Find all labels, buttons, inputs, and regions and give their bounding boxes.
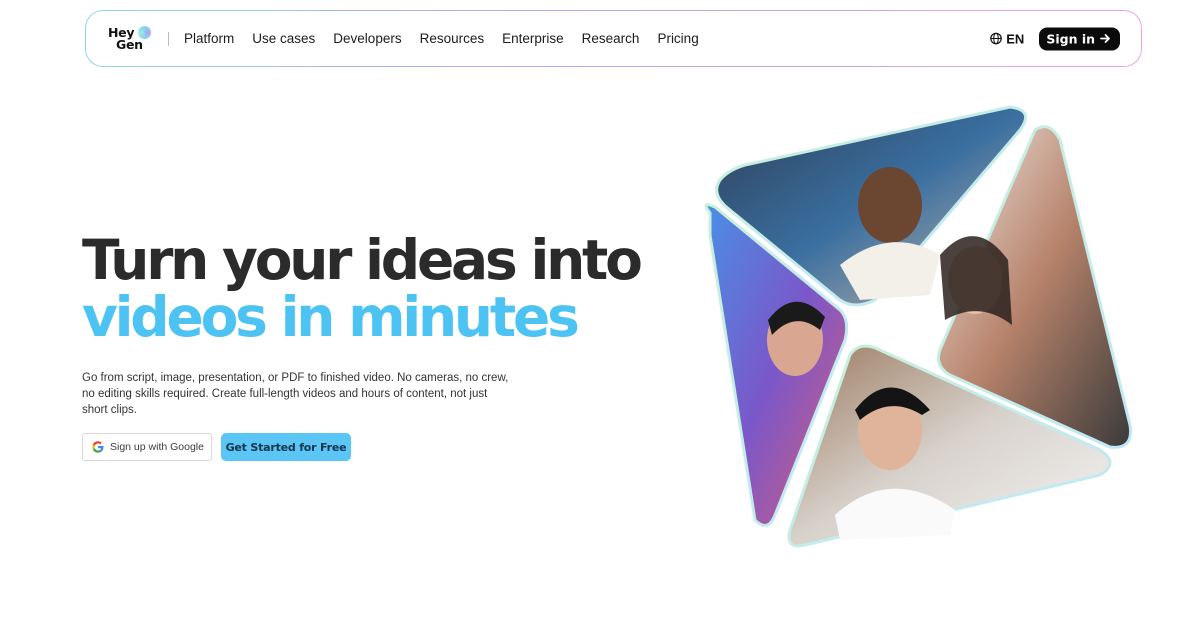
top-navigation: Hey Gen Platform Use cases Developers Re… bbox=[85, 10, 1142, 67]
language-selector[interactable]: EN bbox=[990, 31, 1024, 46]
google-signup-label: Sign up with Google bbox=[110, 441, 204, 453]
globe-icon bbox=[990, 32, 1003, 45]
nav-link-enterprise[interactable]: Enterprise bbox=[502, 31, 564, 46]
language-label: EN bbox=[1006, 31, 1025, 46]
logo-line-2: Gen bbox=[116, 36, 143, 52]
get-started-button[interactable]: Get Started for Free bbox=[221, 433, 351, 461]
sign-in-label: Sign in bbox=[1046, 31, 1095, 46]
hero-title-line-2: videos in minutes bbox=[82, 285, 580, 349]
get-started-label: Get Started for Free bbox=[225, 440, 347, 454]
nav-links: Platform Use cases Developers Resources … bbox=[184, 31, 699, 46]
nav-link-pricing[interactable]: Pricing bbox=[657, 31, 698, 46]
hero-title: Turn your ideas into videos in minutes bbox=[82, 228, 643, 349]
nav-bar: Hey Gen Platform Use cases Developers Re… bbox=[86, 11, 1141, 66]
nav-link-use-cases[interactable]: Use cases bbox=[252, 31, 315, 46]
nav-actions: EN Sign in bbox=[990, 27, 1120, 50]
heygen-logo[interactable]: Hey Gen bbox=[108, 24, 154, 54]
google-icon bbox=[92, 441, 104, 453]
sign-in-button[interactable]: Sign in bbox=[1039, 27, 1120, 50]
hero-title-line-1: Turn your ideas into bbox=[82, 228, 643, 292]
hero-video-collage bbox=[690, 95, 1150, 565]
logo-mark-icon bbox=[138, 25, 151, 39]
nav-link-resources[interactable]: Resources bbox=[420, 31, 485, 46]
nav-link-platform[interactable]: Platform bbox=[184, 31, 234, 46]
nav-divider bbox=[168, 31, 169, 46]
hero-subtitle: Go from script, image, presentation, or … bbox=[82, 372, 509, 416]
google-signup-button[interactable]: Sign up with Google bbox=[82, 433, 212, 461]
nav-link-research[interactable]: Research bbox=[582, 31, 640, 46]
nav-link-developers[interactable]: Developers bbox=[333, 31, 401, 46]
arrow-right-icon bbox=[1100, 34, 1110, 43]
